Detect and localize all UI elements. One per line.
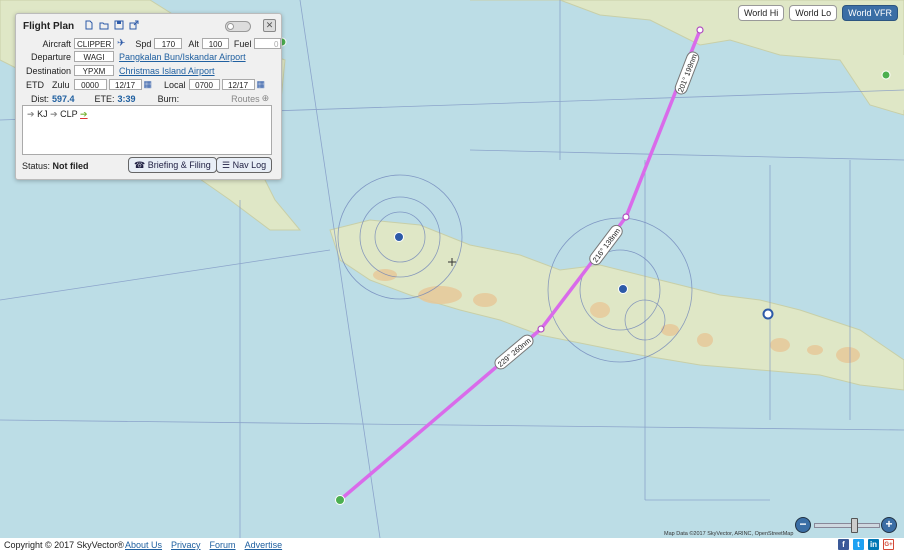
zulu-date-input[interactable]: 12/17 [108,79,142,90]
world-hi-button[interactable]: World Hi [737,5,785,21]
aircraft-row: Aircraft CLIPPER 1 ✈ Spd 170 Alt 100 Fue… [16,37,282,50]
route-arrow-icon: ➔ [27,109,35,119]
nav-log-label: Nav Log [232,160,267,170]
local-date-input[interactable]: 12/17 [221,79,255,90]
zulu-label: Zulu [52,79,70,90]
zulu-time-input[interactable]: 0000 [73,79,107,90]
map-type-buttons: World Hi World Lo World VFR [737,5,898,21]
fuel-label: Fuel [233,38,252,49]
linkedin-icon[interactable]: in [868,539,879,550]
zoom-in-button[interactable]: + [881,517,897,533]
open-folder-icon[interactable] [99,20,109,30]
copyright-text: Copyright © 2017 SkyVector® [4,540,124,550]
land-java [329,219,904,391]
about-us-link[interactable]: About Us [125,538,162,552]
departure-row: Departure WAGI Pangkalan Bun/Iskandar Ai… [16,50,246,63]
status-value: Not filed [52,161,89,171]
etd-label: ETD [26,79,44,90]
save-icon[interactable] [114,20,124,30]
footer-links: About Us Privacy Forum Advertise [125,538,282,552]
briefing-icon: ☎ [134,160,146,170]
forum-link[interactable]: Forum [210,538,236,552]
burn-label: Burn: [157,93,180,104]
route-leg-label-2: 216° 138nm [589,224,623,266]
ete-value: 3:39 [117,93,136,104]
flight-plan-toggle[interactable] [225,21,251,32]
nav-log-button[interactable]: ☰ Nav Log [216,157,273,173]
routes-link[interactable]: Routes [231,94,260,104]
route-arrow-icon: ➔ [50,109,58,119]
destination-row: Destination YPXM Christmas Island Airpor… [16,64,215,77]
aircraft-input[interactable]: CLIPPER 1 [74,38,114,49]
routes-add-icon[interactable]: ⊕ [262,93,270,104]
route-end-arrow-icon: ➔ [80,109,88,119]
route-leg-label-1: 201° 199nm [674,51,700,95]
status-area: Status: Not filed [22,161,89,171]
fuel-input[interactable]: 0 [254,38,282,49]
new-plan-icon[interactable] [84,20,94,30]
flight-plan-title: Flight Plan [23,21,75,32]
zoom-out-button[interactable]: − [795,517,811,533]
map-data-credit: Map Data ©2017 SkyVector, ARINC, OpenStr… [664,531,794,537]
local-label: Local [164,79,186,90]
dist-value: 597.4 [52,93,75,104]
zoom-control: − + [795,517,899,533]
aircraft-label: Aircraft [42,38,71,49]
local-calendar-icon[interactable]: ▦ [257,79,266,90]
flight-plan-panel: Flight Plan ✕ Aircraft CLIPPER 1 ✈ Spd 1… [15,13,282,180]
route-token-2[interactable]: CLP [60,109,77,119]
briefing-filing-label: Briefing & Filing [147,160,211,170]
briefing-filing-button[interactable]: ☎ Briefing & Filing [128,157,217,173]
footer: Copyright © 2017 SkyVector® About Us Pri… [0,538,904,552]
destination-input[interactable]: YPXM [74,65,114,76]
airplane-icon[interactable]: ✈ [117,38,125,49]
advertise-link[interactable]: Advertise [245,538,283,552]
destination-label: Destination [25,65,71,76]
spd-input[interactable]: 170 [154,38,183,49]
social-links: f t in G+ [838,539,894,550]
world-lo-button[interactable]: World Lo [789,5,838,21]
twitter-icon[interactable]: t [853,539,864,550]
spd-label: Spd [135,38,152,49]
zoom-slider-track[interactable] [814,523,880,528]
ete-label: ETE: [94,93,115,104]
flight-plan-toolbar [84,20,139,30]
departure-input[interactable]: WAGI [74,51,114,62]
dist-label: Dist: [31,93,49,104]
zulu-calendar-icon[interactable]: ▦ [144,79,153,90]
departure-label: Departure [30,51,71,62]
facebook-icon[interactable]: f [838,539,849,550]
google-plus-icon[interactable]: G+ [883,539,894,550]
departure-airport-link[interactable]: Pangkalan Bun/Iskandar Airport [119,52,246,62]
zoom-slider-handle[interactable] [851,518,858,533]
local-time-input[interactable]: 0700 [188,79,220,90]
alt-label: Alt [188,38,199,49]
summary-row: Dist: 597.4 ETE: 3:39 Burn: Routes ⊕ [16,92,269,105]
world-vfr-button[interactable]: World VFR [842,5,898,21]
route-leg-text-2: 216° 138nm [591,226,623,264]
destination-airport-link[interactable]: Christmas Island Airport [119,66,215,76]
route-input[interactable]: ➔ KJ ➔ CLP ➔ [22,105,272,155]
list-icon: ☰ [222,160,231,170]
close-icon[interactable]: ✕ [263,19,276,32]
alt-input[interactable]: 100 [201,38,229,49]
route-leg-label-3: 229° 260nm [494,334,534,370]
share-icon[interactable] [129,20,139,30]
route-leg-text-3: 229° 260nm [496,336,533,369]
status-label: Status: [22,161,51,171]
etd-row: ETD Zulu 0000 12/17 ▦ Local 0700 12/17 ▦ [16,78,265,91]
privacy-link[interactable]: Privacy [171,538,201,552]
route-token-1[interactable]: KJ [37,109,48,119]
